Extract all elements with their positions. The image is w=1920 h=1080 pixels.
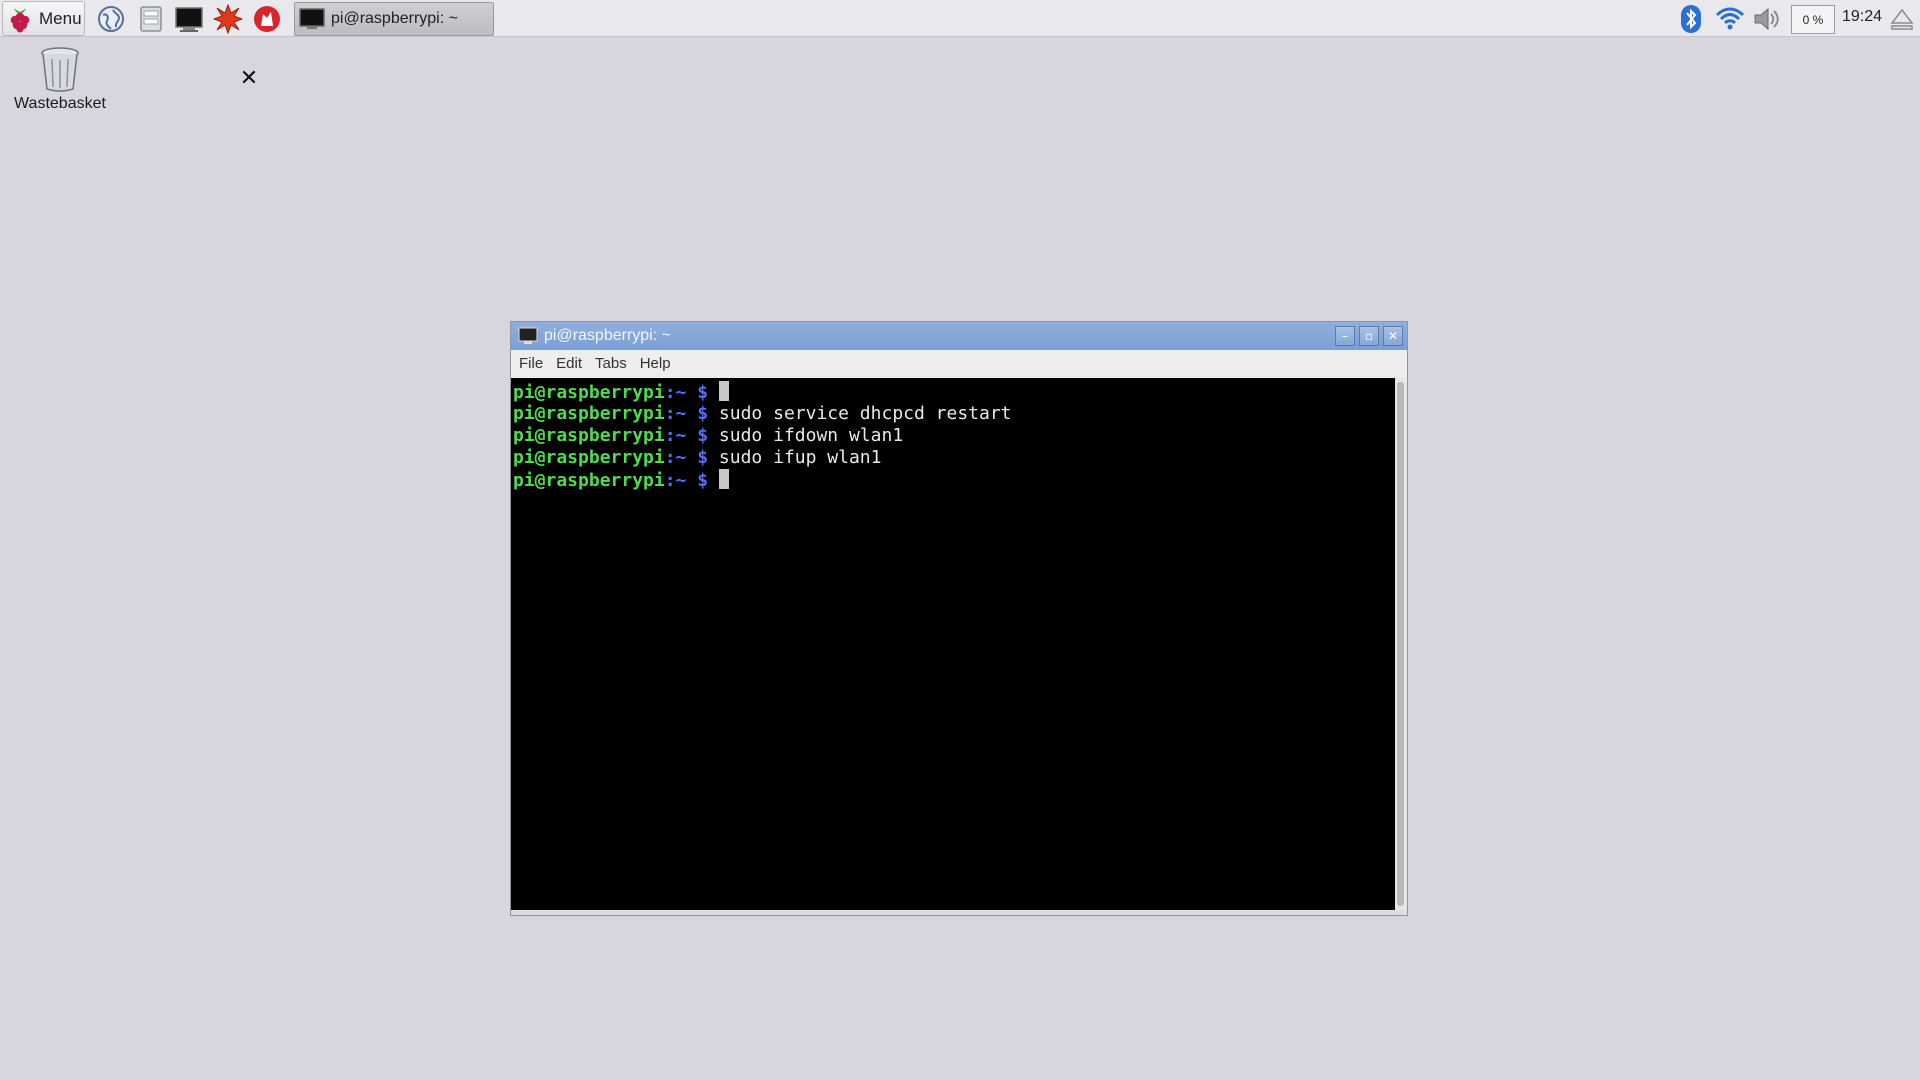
terminal-line: pi@raspberrypi:~ $ [513, 469, 1393, 491]
window-title: pi@raspberrypi: ~ [544, 327, 671, 344]
volume-tray[interactable] [1750, 3, 1784, 34]
window-titlebar[interactable]: pi@raspberrypi: ~ – ▫ ✕ [511, 322, 1407, 350]
menu-button[interactable]: Menu [2, 1, 85, 36]
prompt-path: :~ $ [664, 447, 709, 468]
terminal-window[interactable]: pi@raspberrypi: ~ – ▫ ✕ File Edit Tabs H… [510, 321, 1408, 916]
menu-file[interactable]: File [519, 355, 543, 372]
prompt-path: :~ $ [664, 425, 709, 446]
terminal-menubar: File Edit Tabs Help [511, 350, 1407, 377]
web-browser-launcher[interactable] [95, 4, 127, 34]
wastebasket-label: Wastebasket [14, 95, 106, 112]
cpu-usage: 0 % [1802, 12, 1824, 27]
vertical-scrollbar[interactable] [1395, 378, 1407, 910]
clock[interactable]: 19:24 [1840, 8, 1884, 32]
close-window-button[interactable]: ✕ [1383, 326, 1403, 346]
mathematica-launcher[interactable] [212, 4, 244, 34]
command-text: sudo ifup wlan1 [718, 447, 882, 468]
close-icon[interactable]: ✕ [238, 68, 260, 90]
top-panel: Menu pi@raspberrypi: ~ 0 % 19:24 [0, 0, 1920, 37]
minimize-button[interactable]: – [1335, 326, 1355, 346]
taskbar-terminal-button[interactable]: pi@raspberrypi: ~ [294, 2, 494, 36]
cursor [718, 381, 729, 401]
prompt-user: pi@raspberrypi [513, 447, 665, 468]
file-manager-icon [140, 6, 162, 32]
menu-tabs[interactable]: Tabs [595, 355, 627, 372]
maximize-button[interactable]: ▫ [1359, 326, 1379, 346]
terminal-icon [299, 8, 325, 29]
prompt-path: :~ $ [664, 382, 709, 403]
scrollbar-thumb[interactable] [1397, 382, 1404, 906]
menu-label: Menu [39, 8, 82, 28]
terminal-launcher[interactable] [173, 4, 205, 34]
eject-tray[interactable] [1887, 3, 1917, 34]
terminal-line: pi@raspberrypi:~ $ sudo ifup wlan1 [513, 447, 1393, 469]
wolfram-icon [254, 6, 280, 32]
volume-icon [1754, 7, 1779, 30]
terminal-icon [518, 327, 538, 344]
terminal-icon [175, 7, 203, 32]
bluetooth-tray[interactable] [1676, 3, 1706, 34]
menu-edit[interactable]: Edit [556, 355, 582, 372]
file-manager-launcher[interactable] [135, 4, 167, 34]
terminal-line: pi@raspberrypi:~ $ sudo ifdown wlan1 [513, 425, 1393, 447]
prompt-user: pi@raspberrypi [513, 382, 665, 403]
terminal-line: pi@raspberrypi:~ $ sudo service dhcpcd r… [513, 403, 1393, 425]
wifi-icon [1715, 7, 1745, 29]
terminal-line: pi@raspberrypi:~ $ [513, 381, 1393, 403]
command-text: sudo ifdown wlan1 [718, 425, 904, 446]
prompt-path: :~ $ [664, 470, 709, 491]
trash-icon [41, 47, 79, 92]
command-text: sudo service dhcpcd restart [718, 403, 1012, 424]
taskbar-terminal-label: pi@raspberrypi: ~ [331, 10, 458, 27]
bluetooth-icon [1681, 4, 1701, 33]
prompt-user: pi@raspberrypi [513, 470, 665, 491]
prompt-path: :~ $ [664, 403, 709, 424]
eject-icon [1890, 8, 1914, 30]
web-browser-icon [98, 6, 124, 32]
raspberry-icon [7, 5, 33, 33]
prompt-user: pi@raspberrypi [513, 425, 665, 446]
prompt-user: pi@raspberrypi [513, 403, 665, 424]
wolfram-launcher[interactable] [251, 4, 283, 34]
window-bottom-edge [511, 910, 1407, 915]
cursor [718, 469, 729, 489]
cpu-monitor[interactable]: 0 % [1791, 5, 1835, 34]
wastebasket[interactable]: Wastebasket [10, 45, 110, 125]
mathematica-icon [213, 4, 243, 34]
wifi-tray[interactable] [1713, 3, 1747, 34]
menu-help[interactable]: Help [640, 355, 671, 372]
terminal-output[interactable]: pi@raspberrypi:~ $ pi@raspberrypi:~ $ su… [511, 378, 1395, 910]
